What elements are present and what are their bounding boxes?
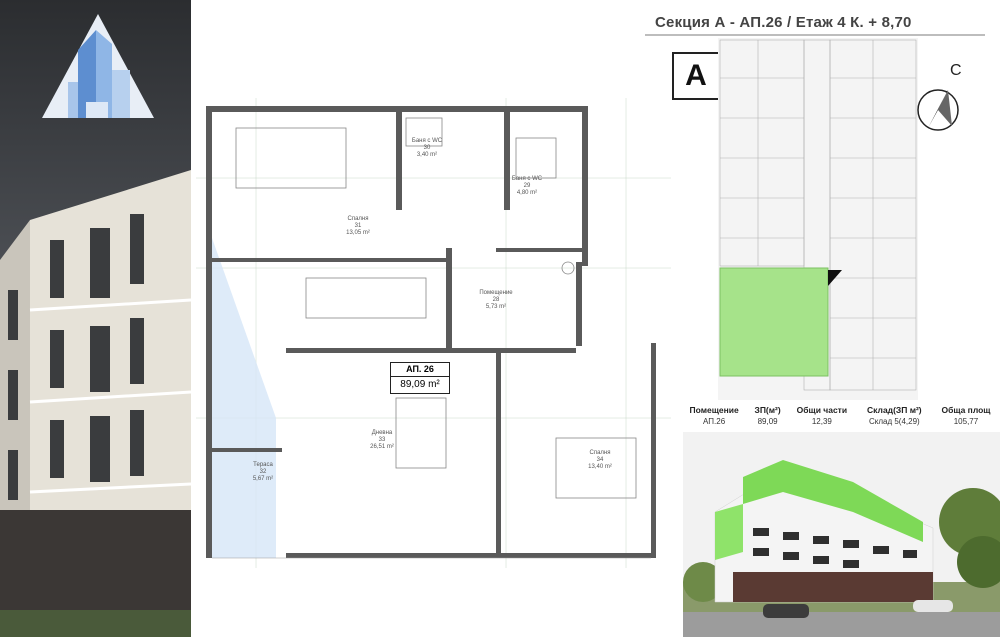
floor-plan [196, 98, 671, 568]
table-cell: 89,09 [757, 417, 778, 426]
apartment-label: АП. 26 89,09 m² [390, 362, 450, 394]
company-logo [42, 14, 154, 118]
table-row: АП.26 89,09 12,39 Склад 5(4,29) 105,77 [680, 416, 1000, 427]
table-header: Склад(ЗП м²) [867, 405, 922, 415]
table-header-row: Помещение ЗП(м²) Общи части Склад(ЗП м²)… [680, 404, 1000, 416]
table-header: Общи части [796, 405, 848, 415]
table-header: Обща площ [941, 405, 991, 415]
room-label-living-33: Дневна 33 26,51 m² [370, 430, 394, 451]
page-title: Секция А - АП.26 / Етаж 4 К. + 8,70 [655, 14, 912, 31]
title-underline [645, 34, 985, 36]
room-label-bath-29: Баня с WC 29 4,80 m² [511, 176, 543, 197]
section-letter: А [672, 52, 720, 100]
table-cell: Склад 5(4,29) [868, 417, 920, 426]
table-header: ЗП(м²) [754, 405, 781, 415]
north-label: С [950, 62, 962, 79]
area-summary-table: Помещение ЗП(м²) Общи части Склад(ЗП м²)… [680, 404, 1000, 427]
table-header: Помещение [689, 405, 739, 415]
room-label-room-28: Помещение 28 5,73 m² [479, 290, 513, 311]
room-label-terrace-32: Тераса 32 5,67 m² [252, 462, 274, 483]
building-photo-panel [0, 0, 191, 637]
room-label-bedroom-34: Спалня 34 13,40 m² [588, 450, 612, 471]
room-label-bedroom-31: Спалня 31 13,05 m² [346, 216, 370, 237]
apartment-name: АП. 26 [391, 363, 449, 377]
building-facade-image [0, 170, 191, 637]
table-cell: 105,77 [953, 417, 979, 426]
table-cell: АП.26 [703, 417, 726, 426]
room-label-bath-30: Баня с WC 30 3,40 m² [411, 138, 443, 159]
building-render-image [683, 432, 1000, 637]
table-cell: 12,39 [811, 417, 832, 426]
apartment-area: 89,09 m² [400, 379, 440, 390]
floor-key-plan [718, 38, 918, 400]
